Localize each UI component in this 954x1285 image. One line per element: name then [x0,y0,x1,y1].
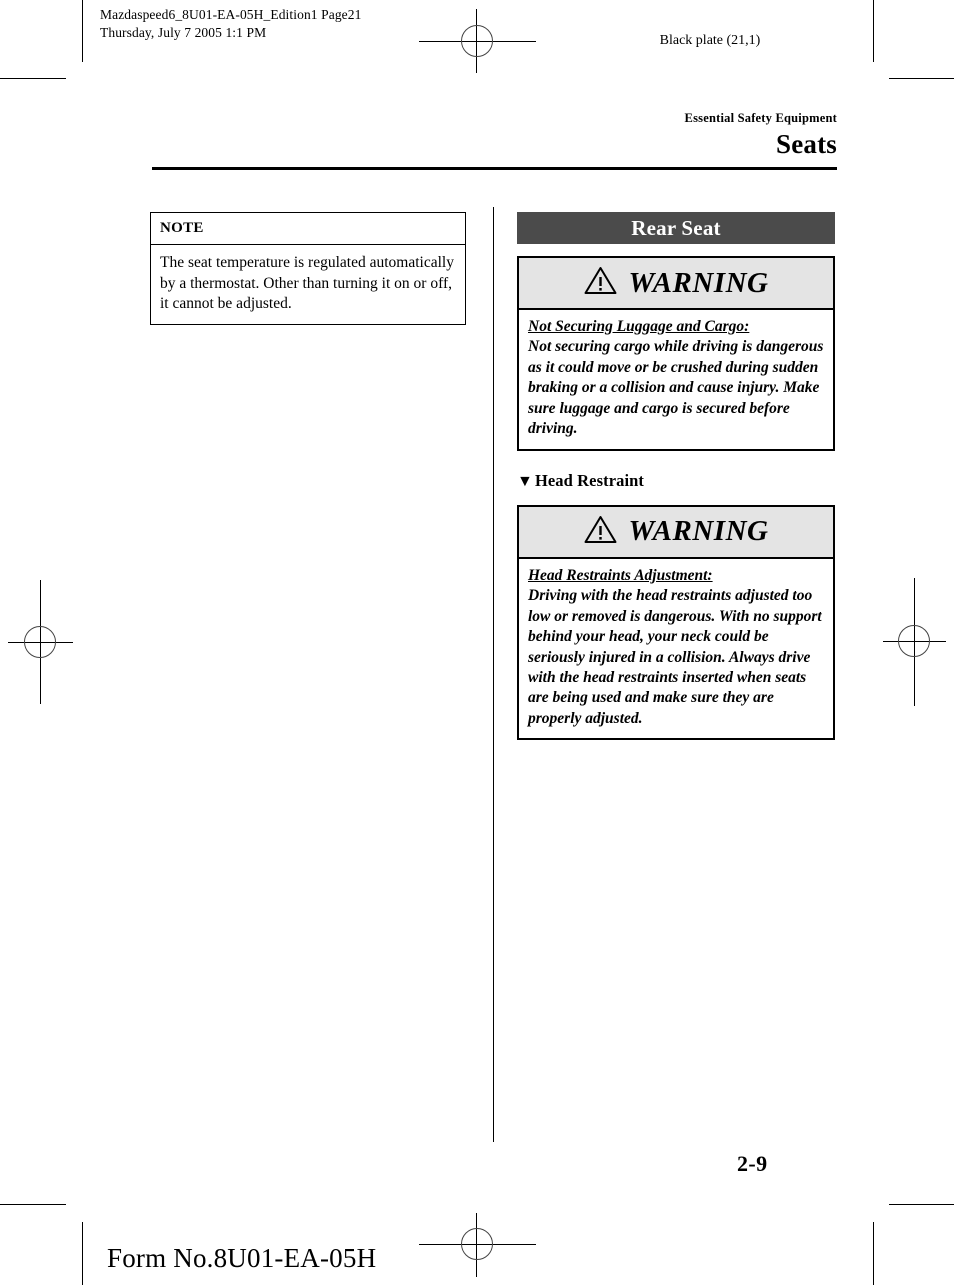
crop-mark-bottom-left-horizontal [0,1204,66,1205]
crop-mark-top-left-horizontal [0,78,66,79]
section-kicker: Essential Safety Equipment [684,111,837,125]
warning-header: WARNING [519,506,833,559]
print-job-date: Thursday, July 7 2005 1:1 PM [100,24,267,40]
note-title: NOTE [151,213,465,245]
note-body: The seat temperature is regulated automa… [160,254,454,313]
warning-body: Head Restraints Adjustment: Driving with… [519,559,833,739]
subhead-label: Head Restraint [534,470,645,490]
warning-header: WARNING [519,258,833,310]
triangle-down-icon: ▼ [517,472,533,490]
header-rule [152,167,837,170]
crop-mark-top-right-horizontal [889,78,954,79]
note-box: NOTE The seat temperature is regulated a… [150,212,466,325]
warning-body: Not Securing Luggage and Cargo: Not secu… [519,310,833,449]
crop-mark-top-left-vertical [82,0,83,62]
page-number: 2-9 [737,1151,768,1176]
crop-mark-top-right-vertical [873,0,874,62]
print-job-file: Mazdaspeed6_8U01-EA-05H_Edition1 Page21 [100,7,362,22]
form-number: Form No.8U01-EA-05H [107,1243,377,1273]
left-column: NOTE The seat temperature is regulated a… [150,212,468,325]
warning-text: Not securing cargo while driving is dang… [528,338,824,438]
subhead-head-restraint: ▼ Head Restraint [517,471,835,491]
running-head: Essential Safety Equipment Seats [152,111,837,160]
manual-page: Mazdaspeed6_8U01-EA-05H_Edition1 Page21 … [0,0,954,1285]
warning-label: WARNING [628,515,769,548]
print-job-info: Mazdaspeed6_8U01-EA-05H_Edition1 Page21 … [100,6,361,42]
warning-title: Not Securing Luggage and Cargo: [528,318,750,335]
section-band-rear-seat: Rear Seat [517,212,835,244]
warning-title: Head Restraints Adjustment: [528,566,713,584]
warning-triangle-icon [584,266,617,300]
plate-info: Black plate (21,1) [659,33,761,48]
column-divider [493,207,494,1142]
warning-triangle-icon [584,515,617,549]
warning-box-cargo: WARNING Not Securing Luggage and Cargo: … [517,256,835,451]
page-title: Seats [776,128,837,159]
crop-mark-bottom-left-vertical [82,1222,83,1285]
right-column: Rear Seat WARNING Not Securing Luggage a… [517,212,835,741]
warning-label: WARNING [628,266,769,299]
crop-mark-bottom-right-vertical [873,1222,874,1285]
crop-mark-bottom-right-horizontal [889,1204,954,1205]
warning-text: Driving with the head restraints adjuste… [528,587,822,727]
warning-box-head-restraint: WARNING Head Restraints Adjustment: Driv… [517,504,835,741]
